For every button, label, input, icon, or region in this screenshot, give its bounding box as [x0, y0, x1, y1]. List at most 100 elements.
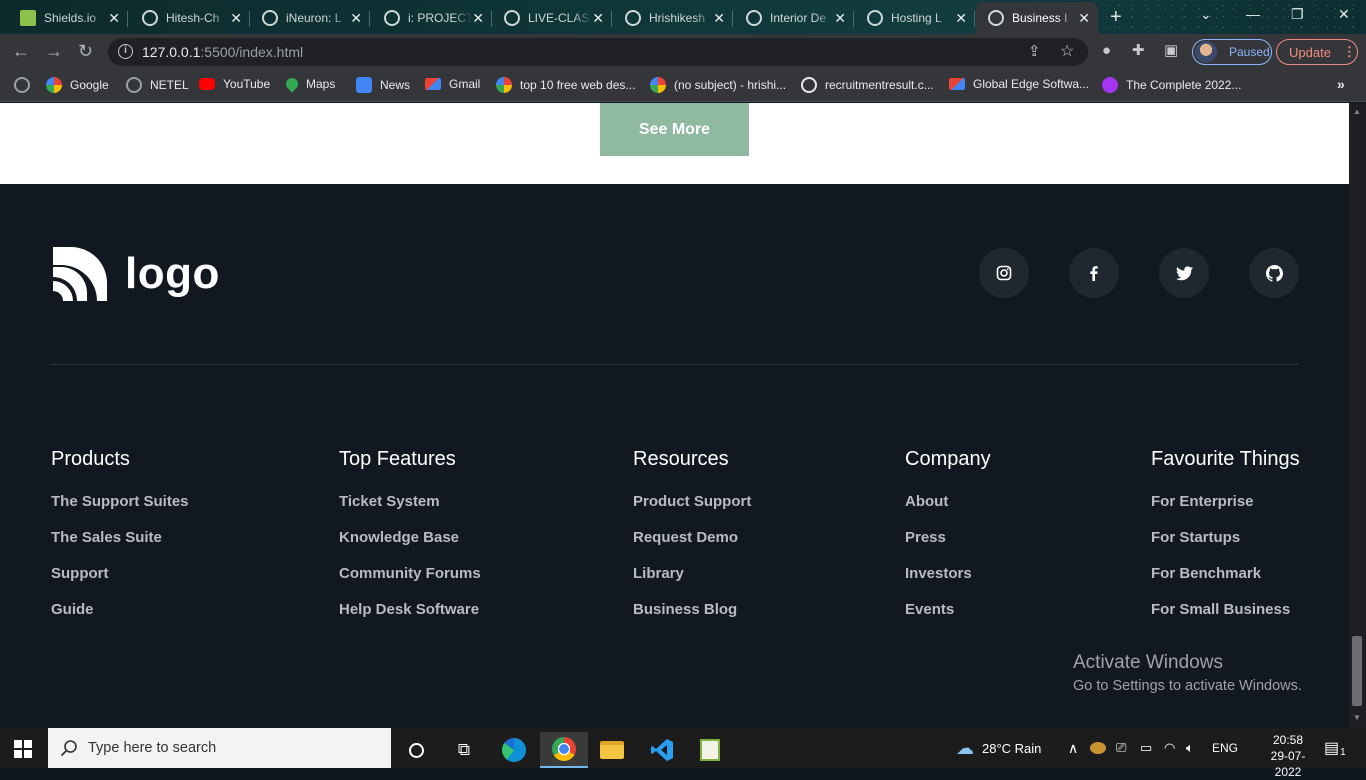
bookmark-google[interactable]: Google: [46, 77, 109, 93]
activate-windows-watermark: Activate Windows Go to Settings to activ…: [1073, 652, 1302, 694]
scroll-down-icon[interactable]: ▼: [1353, 713, 1361, 722]
more-bookmarks-icon[interactable]: »: [1337, 76, 1345, 92]
footer-link[interactable]: Library: [633, 565, 751, 582]
tab-close-icon[interactable]: ✕: [230, 10, 242, 27]
footer-link[interactable]: Request Demo: [633, 529, 751, 546]
side-panel-icon[interactable]: ▣: [1164, 43, 1178, 59]
github-link[interactable]: [1249, 248, 1299, 298]
tab-close-icon[interactable]: ✕: [592, 10, 604, 27]
weather-widget[interactable]: ☁ 28°C Rain: [956, 728, 1041, 768]
action-center[interactable]: ▤ 1: [1324, 728, 1346, 768]
notepad-app-icon[interactable]: [686, 732, 734, 768]
tab-hosting[interactable]: Hosting L ✕: [855, 2, 975, 34]
tab-close-icon[interactable]: ✕: [1078, 10, 1090, 27]
taskbar-clock[interactable]: 20:58 29-07-2022: [1258, 732, 1318, 780]
tray-app-icon[interactable]: [1090, 728, 1106, 768]
volume-icon[interactable]: 🔈︎: [1186, 728, 1194, 768]
footer-link[interactable]: Product Support: [633, 493, 751, 510]
footer-link[interactable]: For Startups: [1151, 529, 1300, 546]
tab-business-active[interactable]: Business I ✕: [976, 2, 1098, 34]
bookmark-maps[interactable]: Maps: [283, 75, 335, 93]
tab-hrishikesh[interactable]: Hrishikesh ✕: [613, 2, 733, 34]
footer-link[interactable]: For Enterprise: [1151, 493, 1300, 510]
tab-ineuron[interactable]: iNeuron: L ✕: [250, 2, 370, 34]
address-bar[interactable]: i 127.0.0.1:5500/index.html ⇪ ☆: [108, 38, 1088, 66]
bookmark-netel[interactable]: NETEL: [126, 77, 189, 93]
new-tab-icon[interactable]: +: [1110, 7, 1122, 27]
tab-close-icon[interactable]: ✕: [955, 10, 967, 27]
tab-search-chevron-icon[interactable]: ⌄: [1200, 6, 1212, 23]
tab-interior[interactable]: Interior De ✕: [734, 2, 854, 34]
bookmark-news[interactable]: News: [356, 77, 410, 93]
footer-link[interactable]: Events: [905, 601, 991, 618]
footer-link[interactable]: Community Forums: [339, 565, 481, 582]
extensions-puzzle-icon[interactable]: ✚: [1132, 43, 1145, 59]
tab-hitesh[interactable]: Hitesh-Ch ✕: [130, 2, 250, 34]
task-view-icon[interactable]: ⧉: [440, 732, 488, 768]
address-url[interactable]: 127.0.0.1:5500/index.html: [142, 44, 303, 60]
reload-icon[interactable]: ↻: [78, 42, 93, 60]
share-icon[interactable]: ⇪: [1028, 42, 1041, 60]
bookmark-complete-2022[interactable]: The Complete 2022...: [1102, 77, 1241, 93]
footer-link[interactable]: Press: [905, 529, 991, 546]
close-window-icon[interactable]: ✕: [1338, 6, 1350, 23]
vscode-icon[interactable]: [638, 732, 686, 768]
scroll-thumb[interactable]: [1352, 636, 1362, 706]
edge-icon[interactable]: [490, 732, 538, 768]
tab-close-icon[interactable]: ✕: [834, 10, 846, 27]
profile-button[interactable]: Paused: [1192, 39, 1272, 65]
site-info-icon[interactable]: i: [118, 44, 133, 59]
footer-link[interactable]: The Support Suites: [51, 493, 189, 510]
language-indicator[interactable]: ENG: [1212, 728, 1238, 768]
footer-link[interactable]: Help Desk Software: [339, 601, 481, 618]
footer-link[interactable]: Ticket System: [339, 493, 481, 510]
bookmark-gmail[interactable]: Gmail: [425, 77, 480, 91]
page-scrollbar[interactable]: ▲ ▼: [1349, 103, 1366, 728]
footer-link[interactable]: Support: [51, 565, 189, 582]
bookmark-no-subject[interactable]: (no subject) - hrishi...: [650, 77, 786, 93]
see-more-button[interactable]: See More: [600, 103, 749, 156]
wifi-icon[interactable]: ◠: [1164, 728, 1175, 768]
tab-close-icon[interactable]: ✕: [713, 10, 725, 27]
tab-live-class[interactable]: LIVE-CLAS ✕: [492, 2, 612, 34]
cortana-icon[interactable]: [392, 732, 440, 768]
tab-close-icon[interactable]: ✕: [350, 10, 362, 27]
scroll-up-icon[interactable]: ▲: [1353, 107, 1361, 116]
footer-link[interactable]: Investors: [905, 565, 991, 582]
bookmark-global-edge[interactable]: Global Edge Softwa...: [949, 77, 1089, 91]
restore-icon[interactable]: ❐: [1291, 6, 1304, 23]
minimize-icon[interactable]: —: [1246, 6, 1260, 22]
footer-link[interactable]: The Sales Suite: [51, 529, 189, 546]
update-button[interactable]: Update ⋮: [1276, 39, 1358, 65]
footer-logo[interactable]: logo: [51, 245, 220, 303]
bookmark-youtube[interactable]: YouTube: [199, 77, 270, 91]
chrome-icon[interactable]: [540, 732, 588, 768]
tab-project[interactable]: i: PROJECT ✕: [372, 2, 492, 34]
bookmark-recruitment[interactable]: recruitmentresult.c...: [801, 77, 934, 93]
taskbar-search[interactable]: Type here to search: [48, 728, 391, 768]
facebook-link[interactable]: [1069, 248, 1119, 298]
footer-link[interactable]: Knowledge Base: [339, 529, 481, 546]
bookmark-label: top 10 free web des...: [520, 78, 636, 92]
forward-icon[interactable]: →: [45, 42, 63, 60]
extension-acorn-icon[interactable]: ●: [1102, 43, 1111, 59]
tab-shields[interactable]: Shields.io ✕: [8, 2, 128, 34]
windows-start-icon[interactable]: [14, 740, 32, 758]
bookmark-top10[interactable]: top 10 free web des...: [496, 77, 635, 93]
footer-link[interactable]: Business Blog: [633, 601, 751, 618]
battery-icon[interactable]: ▭: [1140, 728, 1152, 768]
back-icon[interactable]: ←: [12, 42, 30, 60]
footer-link[interactable]: For Benchmark: [1151, 565, 1300, 582]
footer-link[interactable]: About: [905, 493, 991, 510]
show-hidden-icons-chevron-icon[interactable]: ∧: [1068, 728, 1078, 768]
instagram-link[interactable]: [979, 248, 1029, 298]
meet-now-icon[interactable]: ⎚: [1116, 728, 1126, 768]
twitter-link[interactable]: [1159, 248, 1209, 298]
tab-close-icon[interactable]: ✕: [472, 10, 484, 27]
footer-link[interactable]: For Small Business: [1151, 601, 1300, 618]
apps-icon[interactable]: [14, 77, 38, 93]
footer-link[interactable]: Guide: [51, 601, 189, 618]
file-explorer-icon[interactable]: [588, 732, 636, 768]
bookmark-star-icon[interactable]: ☆: [1060, 41, 1074, 61]
tab-close-icon[interactable]: ✕: [108, 10, 120, 27]
